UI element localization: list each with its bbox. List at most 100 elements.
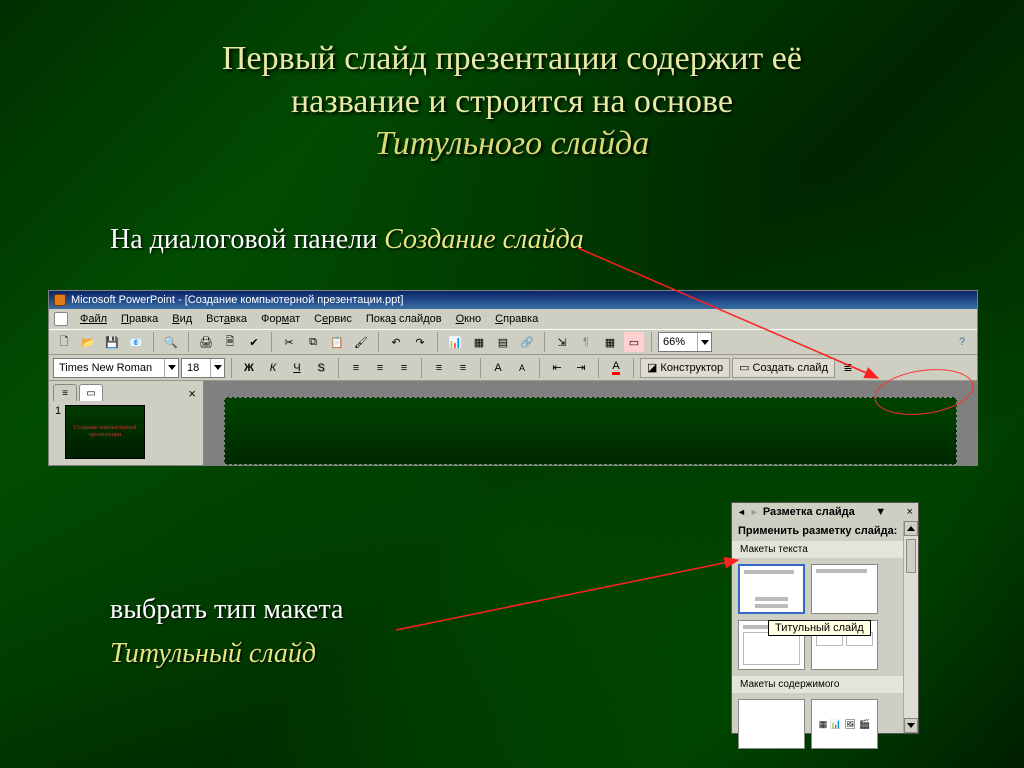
redo-button[interactable]: ↷: [409, 331, 431, 353]
layout-title-slide[interactable]: [738, 564, 805, 614]
menu-insert[interactable]: Вставка: [200, 311, 253, 327]
scroll-thumb[interactable]: [906, 539, 916, 573]
layout-tooltip: Титульный слайд: [768, 620, 871, 636]
sep: [378, 332, 379, 352]
content-layouts: ▦📊🖼🎬: [732, 693, 918, 751]
underline-button[interactable]: Ч: [286, 357, 308, 379]
menu-tools[interactable]: Сервис: [308, 311, 358, 327]
fontsize-input[interactable]: [182, 362, 210, 374]
back-icon[interactable]: ◄: [737, 507, 746, 517]
font-dropdown[interactable]: [164, 359, 178, 377]
decrease-indent-button[interactable]: ⇤: [546, 357, 568, 379]
powerpoint-icon: [54, 294, 66, 306]
numbering-button[interactable]: ≡: [428, 357, 450, 379]
system-menu-icon[interactable]: [54, 312, 68, 326]
new-button[interactable]: 🗋: [53, 331, 75, 353]
open-button[interactable]: 📂: [77, 331, 99, 353]
sep: [544, 332, 545, 352]
fwd-icon[interactable]: ►: [750, 507, 759, 517]
pane-subtitle: Применить разметку слайда:: [732, 521, 918, 541]
outline-tab[interactable]: ≡: [53, 384, 77, 401]
cut-button[interactable]: ✂: [278, 331, 300, 353]
print-button[interactable]: 🖨: [195, 331, 217, 353]
layout-blank[interactable]: [738, 699, 805, 749]
slide-editor[interactable]: [204, 381, 977, 465]
scroll-down-icon[interactable]: [904, 718, 918, 733]
shadow-button[interactable]: S: [310, 357, 332, 379]
search-button[interactable]: 🔍: [160, 331, 182, 353]
design-button[interactable]: ◪Конструктор: [640, 358, 730, 378]
chart-button[interactable]: 📊: [444, 331, 466, 353]
menu-help[interactable]: Справка: [489, 311, 544, 327]
italic-button[interactable]: К: [262, 357, 284, 379]
link-button[interactable]: 🔗: [516, 331, 538, 353]
slide-thumbnail-row[interactable]: 1 Создание компьютерной презентации: [49, 401, 203, 463]
show-formatting-button[interactable]: ¶: [575, 331, 597, 353]
font-input[interactable]: [54, 362, 164, 374]
menu-view[interactable]: Вид: [166, 311, 198, 327]
sep: [598, 358, 599, 378]
increase-font-button[interactable]: A: [487, 357, 509, 379]
work-area: ≡ ▭ × 1 Создание компьютерной презентаци…: [49, 381, 977, 465]
menu-file[interactable]: Файл: [74, 311, 113, 327]
layout-task-pane: ◄ ► Разметка слайда ▼ × Применить размет…: [731, 502, 919, 734]
lead-text: На диалоговой панели Создание слайда: [110, 224, 1024, 256]
pane-close-button[interactable]: ×: [907, 506, 913, 518]
slides-tab[interactable]: ▭: [79, 384, 103, 401]
menu-window[interactable]: Окно: [450, 311, 488, 327]
help-button[interactable]: ?: [951, 331, 973, 353]
table-button[interactable]: ▦: [468, 331, 490, 353]
caption-title-slide: Титульный слайд: [110, 638, 316, 670]
zoom-combo[interactable]: [658, 332, 712, 352]
menu-slideshow[interactable]: Показ слайдов: [360, 311, 448, 327]
layout-content[interactable]: ▦📊🖼🎬: [811, 699, 878, 749]
fontsize-dropdown[interactable]: [210, 359, 224, 377]
sep: [651, 332, 652, 352]
sep: [539, 358, 540, 378]
window-titlebar: Microsoft PowerPoint - [Создание компьют…: [49, 291, 977, 309]
design-icon: ◪: [647, 361, 657, 374]
new-slide-button[interactable]: ▭Создать слайд: [732, 358, 835, 378]
spellcheck-button[interactable]: ✔: [243, 331, 265, 353]
caption-choose-layout: выбрать тип макета: [110, 594, 344, 626]
undo-button[interactable]: ↶: [385, 331, 407, 353]
format-toolbar: Ж К Ч S ≡ ≡ ≡ ≡ ≡ A A ⇤ ⇥ A ◪Конструктор…: [49, 355, 977, 381]
align-center-button[interactable]: ≡: [369, 357, 391, 379]
align-left-button[interactable]: ≡: [345, 357, 367, 379]
copy-button[interactable]: ⧉: [302, 331, 324, 353]
mail-button[interactable]: 📧: [125, 331, 147, 353]
font-color-button[interactable]: A: [605, 357, 627, 379]
increase-indent-button[interactable]: ⇥: [570, 357, 592, 379]
grid-button[interactable]: ▦: [599, 331, 621, 353]
close-outline-button[interactable]: ×: [185, 386, 199, 401]
pane-dropdown-icon[interactable]: ▼: [875, 506, 886, 518]
slide-canvas[interactable]: [224, 397, 957, 465]
pane-scrollbar[interactable]: [903, 521, 918, 733]
menu-edit[interactable]: Правка: [115, 311, 164, 327]
font-combo[interactable]: [53, 358, 179, 378]
preview-button[interactable]: 🗎: [219, 331, 241, 353]
toolbar-options-button[interactable]: ≣: [837, 357, 859, 379]
menu-format[interactable]: Формат: [255, 311, 306, 327]
slide-thumbnail[interactable]: Создание компьютерной презентации: [65, 405, 145, 459]
zoom-dropdown[interactable]: [697, 333, 711, 351]
tables-button[interactable]: ▤: [492, 331, 514, 353]
scroll-up-icon[interactable]: [904, 521, 918, 536]
align-right-button[interactable]: ≡: [393, 357, 415, 379]
layout-title-only[interactable]: [811, 564, 878, 614]
expand-button[interactable]: ⇲: [551, 331, 573, 353]
save-button[interactable]: 💾: [101, 331, 123, 353]
color-button[interactable]: ▭: [623, 331, 645, 353]
bullets-button[interactable]: ≡: [452, 357, 474, 379]
paste-button[interactable]: 📋: [326, 331, 348, 353]
pane-header: ◄ ► Разметка слайда ▼ ×: [732, 503, 918, 521]
lead-em: Создание слайда: [384, 224, 584, 255]
slide-number: 1: [55, 405, 61, 417]
title-line2: название и строится на основе: [291, 83, 733, 120]
zoom-input[interactable]: [659, 336, 697, 348]
decrease-font-button[interactable]: A: [511, 357, 533, 379]
bold-button[interactable]: Ж: [238, 357, 260, 379]
sep: [437, 332, 438, 352]
fontsize-combo[interactable]: [181, 358, 225, 378]
format-painter-button[interactable]: 🖌: [350, 331, 372, 353]
